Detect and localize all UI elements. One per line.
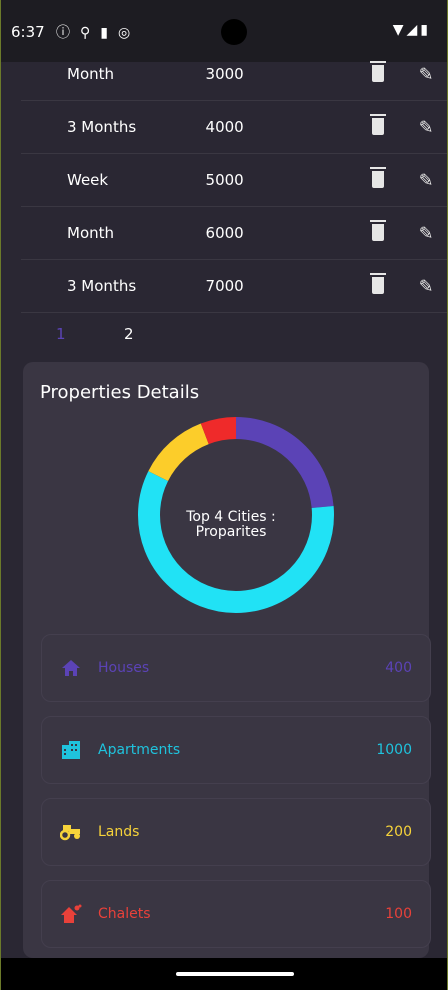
legend-label: Chalets	[98, 906, 151, 922]
table-row: 3 Months 7000 ✏	[21, 260, 448, 313]
row-period: 3 Months	[67, 277, 137, 295]
edit-button[interactable]: ✏	[402, 220, 448, 246]
chart-center-label-line1: Top 4 Cities :	[186, 509, 276, 525]
row-period: Week	[67, 171, 109, 189]
table-row: Week 5000 ✏	[21, 154, 448, 207]
sd-card-icon: ▮	[100, 25, 118, 41]
delete-button[interactable]	[354, 114, 402, 140]
pencil-icon: ✏	[412, 114, 439, 140]
edit-button[interactable]: ✏	[402, 167, 448, 193]
status-time: 6:37	[11, 23, 45, 41]
tractor-icon	[60, 821, 82, 843]
row-period: Month	[67, 65, 115, 83]
signal-icon: ◢	[406, 22, 421, 38]
page-button[interactable]: 2	[124, 325, 192, 343]
legend-item-chalets[interactable]: Chalets 100	[41, 880, 431, 948]
delete-button[interactable]	[354, 273, 402, 299]
property-legend: Houses 400 Apartments 1000 Lands 200 Chalets 10…	[41, 634, 431, 962]
usb-icon: ⚲	[80, 25, 101, 41]
apartment-icon	[60, 739, 82, 761]
pencil-icon: ✏	[412, 61, 439, 87]
info-icon: ⓘ	[56, 25, 80, 41]
pencil-icon: ✏	[412, 220, 439, 246]
row-amount: 5000	[205, 171, 244, 189]
trash-icon	[369, 273, 386, 294]
sync-icon: ◎	[117, 25, 141, 41]
trash-icon	[369, 114, 386, 135]
navigation-bar	[1, 958, 447, 990]
properties-card: Properties Details Top 4 Cities : Propar…	[23, 362, 431, 958]
row-period: Month	[67, 224, 115, 242]
subscription-table: Month 3000 ✏ 3 Months 4000 ✏ Week 5000 ✏ Month 600…	[21, 48, 448, 313]
delete-button[interactable]	[354, 220, 402, 246]
row-period: 3 Months	[67, 118, 137, 136]
status-icons-right: ▼◢▮	[393, 22, 431, 38]
chalet-icon	[60, 903, 82, 925]
legend-value: 1000	[376, 742, 412, 758]
chart-center-label-line2: Proparites	[195, 524, 267, 540]
legend-label: Houses	[98, 660, 150, 676]
row-amount: 4000	[205, 118, 244, 136]
wifi-icon: ▼	[392, 22, 407, 38]
pencil-icon: ✏	[412, 273, 439, 299]
delete-button[interactable]	[354, 61, 402, 87]
app-screen: 6:37 ⓘ⚲▮◎ ▼◢▮ Month 3000 ✏ 3 Months 4000 ✏ Wee…	[0, 0, 448, 990]
edit-button[interactable]: ✏	[402, 114, 448, 140]
house-icon	[60, 657, 82, 679]
legend-item-lands[interactable]: Lands 200	[41, 798, 431, 866]
battery-icon: ▮	[420, 22, 431, 38]
legend-label: Apartments	[98, 742, 181, 758]
legend-value: 200	[385, 824, 412, 840]
table-row: 3 Months 4000 ✏	[21, 101, 448, 154]
legend-item-apartments[interactable]: Apartments 1000	[41, 716, 431, 784]
legend-value: 100	[385, 906, 412, 922]
trash-icon	[369, 220, 386, 241]
pagination: 12	[56, 325, 192, 343]
row-amount: 3000	[205, 65, 244, 83]
table-row: Month 3000 ✏	[21, 48, 448, 101]
trash-icon	[369, 167, 386, 188]
camera-cutout	[221, 19, 247, 45]
page-button[interactable]: 1	[56, 325, 124, 343]
legend-item-houses[interactable]: Houses 400	[41, 634, 431, 702]
delete-button[interactable]	[354, 167, 402, 193]
legend-label: Lands	[98, 824, 140, 840]
table-row: Month 6000 ✏	[21, 207, 448, 260]
pencil-icon: ✏	[412, 167, 439, 193]
home-gesture-handle[interactable]	[176, 972, 294, 976]
edit-button[interactable]: ✏	[402, 61, 448, 87]
chart-center-label: Top 4 Cities : Proparites	[155, 510, 307, 540]
row-amount: 6000	[205, 224, 244, 242]
card-title: Properties Details	[40, 382, 200, 403]
edit-button[interactable]: ✏	[402, 273, 448, 299]
trash-icon	[369, 61, 386, 82]
row-amount: 7000	[205, 277, 244, 295]
legend-value: 400	[385, 660, 412, 676]
status-icons-left: ⓘ⚲▮◎	[56, 22, 140, 42]
